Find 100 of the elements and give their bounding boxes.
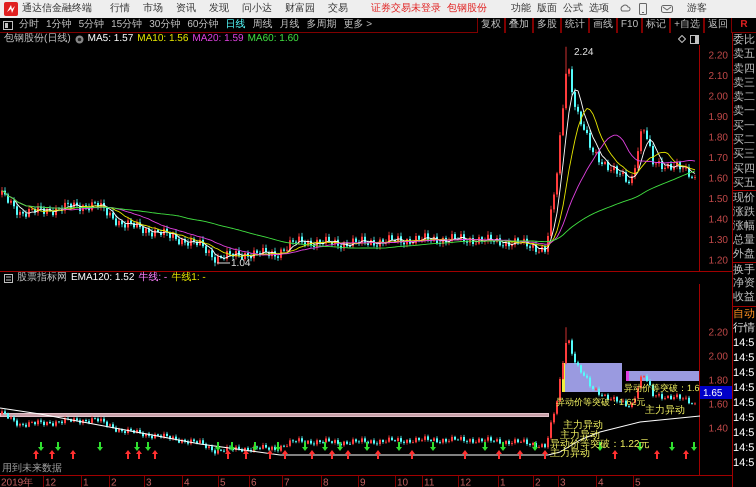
current-price-tag: 1.65 (700, 386, 732, 399)
toolbar-button[interactable]: 画线 (588, 18, 617, 32)
quote-label: 买二 (733, 133, 756, 148)
time-axis-label: 7 (284, 478, 290, 487)
period-tab[interactable]: 1分钟 (46, 20, 72, 30)
period-tab[interactable]: 5分钟 (78, 20, 104, 30)
breakout-zone (562, 363, 622, 392)
menu-item[interactable]: 交易 (328, 4, 348, 14)
time-axis-label: 3 (146, 478, 152, 487)
menu-item[interactable]: 资讯 (176, 4, 196, 14)
time-axis-label: 2 (535, 478, 541, 487)
time-axis-label: 6 (251, 478, 257, 487)
axis-label: 1.80 (708, 376, 728, 386)
period-tab[interactable]: 分时 (19, 20, 39, 30)
axis-label: 1.60 (708, 400, 728, 410)
message-icon[interactable] (661, 4, 673, 14)
corner-label: R (739, 20, 749, 30)
toolbar-button[interactable]: 多股 (532, 18, 561, 32)
indicator-value: MA60: 1.60 (248, 34, 299, 44)
period-tab[interactable]: 30分钟 (149, 20, 180, 30)
login-notice[interactable]: 证券交易未登录 (371, 4, 441, 14)
menu-item[interactable]: 发现 (209, 4, 229, 14)
toolbar-item[interactable]: 公式 (563, 4, 583, 14)
signal-label: 主力异动 (645, 405, 685, 416)
period-tab[interactable]: 周线 (252, 20, 272, 30)
time-axis-label: 4 (598, 478, 604, 487)
future-data-note: 用到未来数据 (2, 463, 62, 474)
period-tab[interactable]: 更多 > (344, 20, 372, 30)
quote-label: 现价 (733, 190, 756, 205)
time-axis-label: 2019年 (1, 478, 34, 487)
quote-label: 卖三 (733, 76, 756, 90)
auto-label[interactable]: 自动 (733, 306, 756, 321)
time-axis-label: 12 (45, 478, 56, 487)
axis-label: 2.00 (708, 352, 728, 362)
trade-time: 14:5 (733, 440, 756, 456)
trade-time: 14:5 (733, 336, 756, 351)
quote-label: 卖五 (733, 47, 756, 62)
indicator-value: MA20: 1.59 (192, 34, 244, 44)
toolbar-item[interactable]: 版面 (537, 4, 557, 14)
quote-label: 卖一 (733, 104, 756, 119)
quote-label: 卖二 (733, 90, 756, 104)
period-tab[interactable]: 月线 (280, 20, 300, 30)
axis-label: 2.10 (708, 71, 728, 82)
menu-item[interactable]: 问小达 (242, 4, 272, 14)
toolbar-item[interactable]: 功能 (511, 4, 531, 14)
quote-label: 卖四 (733, 62, 756, 76)
menu-item[interactable]: 财富园 (285, 4, 315, 14)
quote-label: 涨跌 (733, 204, 756, 219)
leader-line (216, 262, 230, 264)
axis-label: 1.70 (708, 153, 728, 164)
diamond-icon[interactable] (678, 35, 686, 43)
indicator-value: 牛线: - (138, 273, 168, 283)
axis-label: 2.20 (708, 328, 728, 338)
indicator-value: EMA120: 1.52 (71, 273, 134, 283)
quote-label: 委比 (733, 33, 756, 48)
menu-item[interactable]: 市场 (143, 4, 163, 14)
menu-item[interactable]: 行情 (110, 4, 130, 14)
indicator-icon[interactable] (4, 274, 13, 282)
target-icon[interactable] (74, 34, 84, 44)
axis-label: 1.60 (708, 174, 728, 184)
trade-time: 14:5 (733, 456, 756, 471)
signal-label: 主力异动 (563, 420, 603, 431)
time-axis-label: 4 (184, 478, 190, 487)
toolbar-item[interactable]: 选项 (589, 4, 609, 14)
quote-label: 买四 (733, 162, 756, 176)
axis-label: 1.30 (708, 235, 728, 246)
low-price-label: 1.04 (231, 258, 250, 269)
phone-icon[interactable] (639, 3, 647, 15)
indicator-title: 股票指标网 (17, 273, 67, 283)
stock-name[interactable]: 包钢股份 (447, 4, 487, 14)
app-logo-icon[interactable] (4, 2, 18, 16)
quote-label: 涨幅 (733, 218, 756, 234)
time-axis-label: 1 (500, 478, 506, 487)
high-price-label: 2.24 (574, 47, 594, 58)
trade-time: 14:5 (733, 366, 756, 381)
time-axis-label: 10 (397, 478, 408, 487)
app-title: 通达信金融终端 (22, 4, 92, 14)
time-axis-label: 11 (424, 478, 434, 487)
time-axis-label: 3 (560, 478, 566, 487)
axis-label: 2.00 (708, 92, 728, 102)
panel-toggle-icon[interactable] (3, 20, 13, 30)
time-axis-label: 8 (323, 478, 329, 487)
period-tab[interactable]: 60分钟 (187, 20, 218, 30)
toolbar-button[interactable]: 叠加 (504, 18, 533, 32)
user-label[interactable]: 游客 (687, 4, 707, 14)
toolbar-button[interactable]: 统计 (560, 18, 589, 32)
period-tab[interactable]: 15分钟 (111, 20, 142, 30)
trade-time: 14:5 (733, 426, 756, 441)
toolbar-button[interactable]: 复权 (476, 18, 505, 32)
sidebar-toggle-icon[interactable] (690, 35, 699, 44)
chart-title: 包钢股份(日线) (4, 34, 71, 44)
toolbar-button[interactable]: 返回 (704, 18, 732, 32)
period-tab[interactable]: 日线 (226, 20, 246, 30)
axis-label: 1.40 (708, 214, 728, 226)
toolbar-button[interactable]: +自选 (670, 18, 704, 32)
period-tab[interactable]: 多周期 (306, 20, 336, 30)
toolbar-button[interactable]: 标记 (642, 18, 670, 32)
market-label[interactable]: 行情 (733, 320, 756, 336)
time-axis-label: 12 (460, 478, 472, 487)
zone-marker (626, 371, 629, 381)
